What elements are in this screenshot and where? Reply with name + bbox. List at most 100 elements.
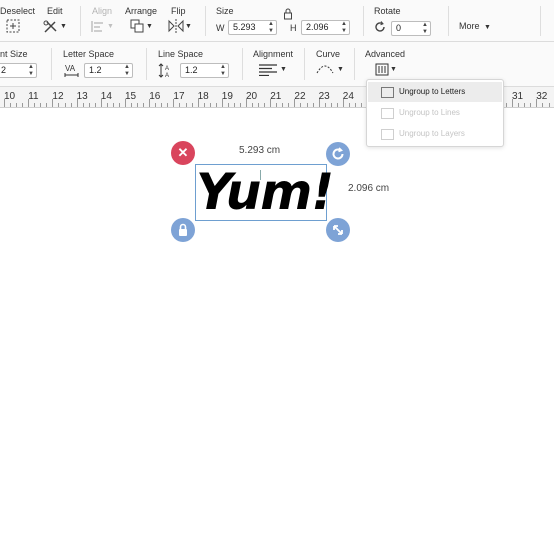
ruler-tick — [276, 103, 278, 107]
ruler-tick — [46, 103, 48, 107]
align-left-icon — [259, 64, 277, 77]
rotate-icon — [374, 20, 386, 32]
ruler-tick — [336, 103, 338, 107]
line-space-input[interactable]: 1.2 ▲ ▼ — [180, 63, 229, 78]
ruler-tick — [22, 103, 24, 107]
align-label: Align — [92, 6, 113, 16]
alignment-button[interactable]: ▼ — [258, 63, 288, 77]
selection-box[interactable]: Yum! — [195, 163, 334, 221]
align-button[interactable]: ▼ — [91, 20, 115, 34]
ruler-number: 16 — [149, 91, 161, 102]
ruler-number: 18 — [197, 91, 209, 102]
stepper-icon[interactable]: ▲ ▼ — [341, 21, 347, 34]
ungroup-icon — [375, 63, 389, 76]
arrange-label: Arrange — [125, 6, 158, 16]
height-label: H — [290, 23, 297, 33]
menu-item-ungroup-layers[interactable]: Ungroup to Layers — [368, 124, 502, 144]
letter-space-value: 1.2 — [89, 65, 102, 75]
ruler-number: 17 — [173, 91, 185, 102]
curve-button[interactable]: ▼ — [315, 62, 345, 77]
ruler-number: 23 — [318, 91, 330, 102]
advanced-button[interactable]: ▼ — [375, 63, 399, 77]
flip-label: Flip — [171, 6, 186, 16]
menu-item-ungroup-letters[interactable]: Ungroup to Letters — [368, 82, 502, 102]
chevron-down-icon: ▼ — [483, 24, 491, 31]
ruler-tick — [330, 103, 332, 107]
divider — [354, 48, 355, 80]
chevron-down-icon: ▼ — [107, 23, 114, 30]
lock-icon — [179, 223, 187, 236]
ruler-tick — [264, 103, 266, 107]
divider — [540, 6, 541, 36]
letter-space-input[interactable]: 1.2 ▲ ▼ — [84, 63, 133, 78]
edit-tools-icon — [43, 20, 57, 33]
chevron-down-icon: ▼ — [280, 66, 287, 73]
flip-button[interactable]: ▼ — [168, 19, 192, 34]
stepper-icon[interactable]: ▲ ▼ — [28, 64, 34, 77]
ruler-tick — [239, 103, 241, 107]
ruler-tick — [542, 103, 544, 107]
delete-handle[interactable]: ✕ — [171, 141, 195, 165]
rotate-input[interactable]: 0 ▲ ▼ — [391, 21, 431, 36]
ungroup-layers-icon — [381, 129, 394, 140]
lock-handle[interactable] — [171, 218, 195, 242]
divider — [363, 6, 364, 36]
ruler-number: 12 — [52, 91, 64, 102]
rotate-label: Rotate — [374, 6, 401, 16]
ruler-tick — [548, 103, 550, 107]
stepper-icon[interactable]: ▲ ▼ — [124, 64, 130, 77]
ruler-tick — [306, 103, 308, 107]
align-icon — [91, 21, 103, 32]
more-button[interactable]: More ▼ — [459, 16, 491, 34]
deselect-button[interactable] — [6, 19, 20, 33]
divider — [448, 6, 449, 36]
arrange-button[interactable]: ▼ — [130, 19, 154, 34]
ruler-number: 22 — [294, 91, 306, 102]
svg-text:A: A — [165, 73, 169, 78]
font-size-input[interactable]: 2 ▲ ▼ — [0, 63, 37, 78]
top-toolbar: Deselect Edit ▼ Align ▼ Arrange ▼ Flip ▼… — [0, 0, 554, 42]
ruler-tick — [106, 103, 108, 107]
flip-icon — [168, 19, 184, 33]
ruler-number: 31 — [512, 91, 524, 102]
divider — [146, 48, 147, 80]
rotate-icon — [332, 147, 344, 160]
ruler-tick — [300, 103, 302, 107]
ruler-tick — [40, 103, 42, 107]
stepper-icon[interactable]: ▲ ▼ — [422, 22, 428, 35]
height-input[interactable]: 2.096 ▲ ▼ — [301, 20, 350, 35]
svg-text:A: A — [165, 66, 169, 72]
edit-button[interactable]: ▼ — [43, 19, 67, 34]
width-value: 5.293 — [233, 22, 256, 32]
ruler-tick — [155, 103, 157, 107]
canvas-text[interactable]: Yum! — [196, 159, 334, 225]
width-input[interactable]: 5.293 ▲ ▼ — [228, 20, 277, 35]
line-space-label: Line Space — [158, 49, 204, 59]
divider — [80, 6, 81, 36]
ruler-tick — [161, 103, 163, 107]
ruler-tick — [354, 103, 356, 107]
arrange-icon — [130, 19, 144, 33]
resize-handle[interactable] — [326, 218, 350, 242]
ruler-tick — [64, 103, 66, 107]
divider — [242, 48, 243, 80]
canvas[interactable]: 5.293 cm 2.096 cm Yum! ✕ — [0, 108, 554, 554]
menu-item-ungroup-lines[interactable]: Ungroup to Lines — [368, 103, 502, 123]
menu-item-label: Ungroup to Layers — [399, 129, 465, 138]
lock-aspect-icon[interactable] — [283, 7, 293, 20]
width-readout: 5.293 cm — [239, 145, 281, 156]
ruler-number: 24 — [342, 91, 354, 102]
ruler-tick — [209, 103, 211, 107]
ruler-number: 10 — [4, 91, 16, 102]
ruler-tick — [524, 103, 526, 107]
ruler-tick — [203, 103, 205, 107]
ruler-tick — [10, 103, 12, 107]
ruler-tick — [252, 103, 254, 107]
line-space-value: 1.2 — [185, 65, 198, 75]
ungroup-lines-icon — [381, 108, 394, 119]
ruler-tick — [312, 103, 314, 107]
stepper-icon[interactable]: ▲ ▼ — [220, 64, 226, 77]
rotate-handle[interactable] — [326, 142, 350, 166]
edit-label: Edit — [47, 6, 63, 16]
stepper-icon[interactable]: ▲ ▼ — [268, 21, 274, 34]
